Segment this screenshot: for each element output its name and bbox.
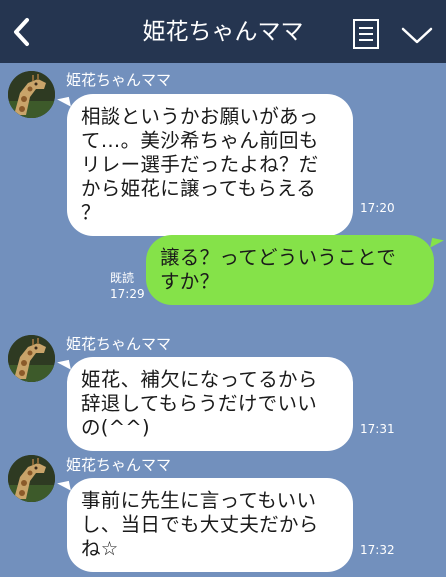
message-line: 譲る？ってどういうことで: [160, 246, 397, 269]
message-bubble[interactable]: 姫花、補欠になってるから 辞退してもらうだけでいい の(^^): [67, 357, 353, 451]
avatar[interactable]: [8, 71, 55, 118]
message-time: 17:20: [360, 201, 395, 215]
message-line: 事前に先生に言ってもいい: [81, 489, 317, 512]
chevron-down-icon[interactable]: [400, 24, 434, 46]
message-bubble[interactable]: 相談というかお願いがあっ て…。美沙希ちゃん前回も リレー選手だったよね？だ か…: [67, 94, 353, 236]
giraffe-avatar-icon: [8, 455, 55, 502]
giraffe-avatar-icon: [8, 335, 55, 382]
sender-name: 姫花ちゃんママ: [66, 71, 172, 89]
avatar[interactable]: [8, 335, 55, 382]
chat-area[interactable]: 姫花ちゃんママ 相談というかお願いがあっ て…。美沙希ちゃん前回も リレー選手だ…: [0, 63, 446, 577]
message-line: から姫花に譲ってもらえる: [81, 177, 317, 200]
message-bubble[interactable]: 譲る？ってどういうことで すか？: [146, 235, 434, 305]
message-time: 17:32: [360, 543, 395, 557]
message-line: 姫花、補欠になってるから: [81, 368, 318, 391]
notes-icon[interactable]: [352, 18, 380, 50]
avatar[interactable]: [8, 455, 55, 502]
message-line: し、当日でも大丈夫だから: [81, 513, 319, 536]
read-receipt: 既読: [110, 271, 135, 285]
message-line: 辞退してもらうだけでいい: [81, 392, 318, 415]
message-bubble[interactable]: 事前に先生に言ってもいい し、当日でも大丈夫だから ね☆: [67, 478, 353, 572]
message-line: リレー選手だったよね？だ: [81, 153, 319, 176]
chat-header: 姫花ちゃんママ: [0, 0, 446, 63]
message-line: て…。美沙希ちゃん前回も: [81, 129, 319, 152]
giraffe-avatar-icon: [8, 71, 55, 118]
sender-name: 姫花ちゃんママ: [66, 335, 172, 353]
message-time: 17:29: [110, 287, 145, 301]
sender-name: 姫花ちゃんママ: [66, 456, 172, 474]
message-time: 17:31: [360, 422, 395, 436]
message-line: ？: [81, 201, 101, 224]
message-line: の(^^): [81, 416, 150, 439]
message-line: 相談というかお願いがあっ: [81, 105, 319, 128]
message-line: すか？: [160, 270, 220, 293]
message-line: ね☆: [81, 537, 119, 560]
